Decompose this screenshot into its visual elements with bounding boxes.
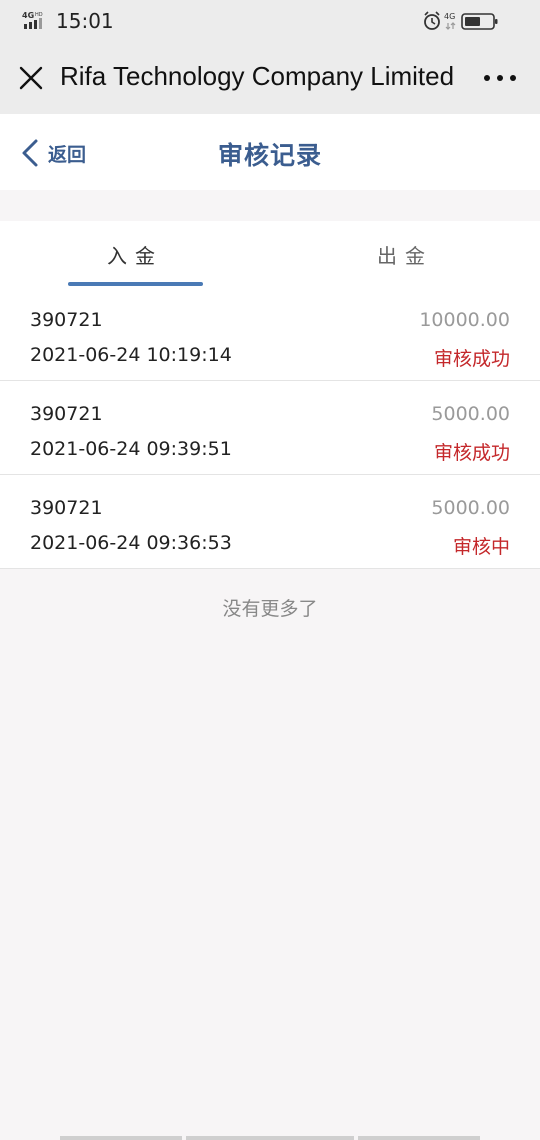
tab-active-indicator	[68, 282, 203, 286]
status-bar: 4G HD 15:01 4G	[0, 0, 540, 44]
page-owner-title: Rifa Technology Company Limited	[60, 61, 455, 91]
timestamp: 2021-06-24 10:19:14	[30, 344, 232, 366]
account-number: 390721	[30, 403, 103, 425]
account-number: 390721	[30, 497, 103, 519]
status-label: 审核成功	[433, 442, 510, 464]
amount: 5000.00	[431, 403, 510, 425]
timestamp: 2021-06-24 09:36:53	[30, 532, 232, 554]
browser-header: Rifa Technology Company Limited	[0, 44, 540, 114]
timestamp: 2021-06-24 09:39:51	[30, 438, 232, 460]
list-item[interactable]: 390721 5000.00 2021-06-24 09:39:51 审核成功	[0, 381, 540, 475]
status-icons: 4G	[422, 10, 518, 32]
list-item[interactable]: 390721 10000.00 2021-06-24 10:19:14 审核成功	[0, 287, 540, 381]
record-list: 390721 10000.00 2021-06-24 10:19:14 审核成功…	[0, 287, 540, 569]
alarm-icon	[424, 11, 440, 30]
back-label: 返回	[48, 143, 87, 166]
svg-text:HD: HD	[35, 12, 43, 18]
network-label: 4G	[444, 12, 455, 21]
amount: 10000.00	[419, 309, 510, 331]
no-more-text: 没有更多了	[222, 598, 318, 620]
tab-bar: 入金 出金	[0, 221, 540, 288]
network-4g-icon: 4G	[444, 12, 456, 30]
gesture-bar-center	[186, 1136, 354, 1140]
back-button[interactable]: 返回	[20, 136, 86, 170]
tab-deposit-label: 入金	[107, 243, 163, 268]
nav-bar: 审核记录 返回	[0, 114, 540, 190]
account-number: 390721	[30, 309, 103, 331]
gesture-bar-right	[358, 1136, 480, 1140]
more-dots-icon[interactable]	[482, 68, 518, 88]
tab-withdraw[interactable]: 出金	[270, 221, 540, 287]
gesture-bar-left	[60, 1136, 182, 1140]
svg-text:4G: 4G	[22, 11, 34, 20]
tab-withdraw-label: 出金	[377, 243, 433, 268]
status-label: 审核中	[452, 536, 510, 558]
signal-icon: 4G HD	[22, 11, 43, 29]
amount: 5000.00	[431, 497, 510, 519]
chevron-left-icon	[22, 139, 38, 167]
list-item[interactable]: 390721 5000.00 2021-06-24 09:36:53 审核中	[0, 475, 540, 569]
status-label: 审核成功	[433, 348, 510, 370]
status-time: 15:01	[56, 9, 114, 33]
close-icon[interactable]	[14, 61, 48, 95]
tab-deposit[interactable]: 入金	[0, 221, 270, 287]
battery-icon	[461, 13, 498, 30]
